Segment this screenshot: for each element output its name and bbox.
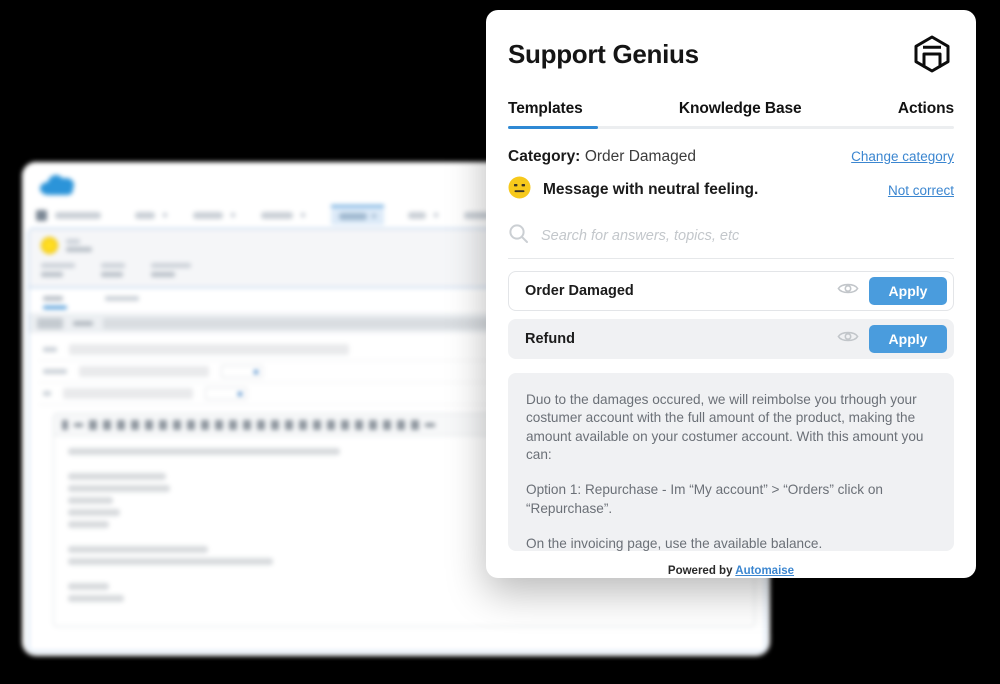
category-value: Order Damaged xyxy=(584,148,696,165)
support-genius-panel: Support Genius Templates Knowledge Base … xyxy=(486,10,976,578)
preview-paragraph-3: On the invoicing page, use the available… xyxy=(526,536,823,552)
category-label: Category: xyxy=(508,148,581,165)
nav-item xyxy=(408,211,426,219)
search-icon xyxy=(508,223,529,249)
panel-title: Support Genius xyxy=(508,38,699,69)
list-item[interactable]: Refund Apply xyxy=(508,319,954,359)
automaise-link[interactable]: Automaise xyxy=(735,565,794,577)
preview-paragraph-1: Duo to the damages occured, we will reim… xyxy=(526,392,924,463)
screenshot-stage: Support Genius Templates Knowledge Base … xyxy=(0,0,1000,684)
not-correct-link[interactable]: Not correct xyxy=(888,183,954,198)
cloud-logo-icon xyxy=(40,174,78,195)
powered-by-label: Powered by xyxy=(667,565,733,577)
tab-knowledge-base[interactable]: Knowledge Base xyxy=(679,100,802,129)
nav-item xyxy=(135,211,155,219)
chevron-down-icon xyxy=(301,213,305,217)
panel-header: Support Genius xyxy=(508,32,954,74)
chevron-down-icon xyxy=(231,213,235,217)
message-preview: Duo to the damages occured, we will reim… xyxy=(508,373,954,551)
app-launcher-icon xyxy=(36,209,47,221)
change-category-link[interactable]: Change category xyxy=(851,149,954,164)
list-item[interactable]: Order Damaged Apply xyxy=(508,271,954,311)
template-list: Order Damaged Apply Refund Apply xyxy=(508,271,954,359)
sentiment-row: Message with neutral feeling. Not correc… xyxy=(508,176,954,204)
tab-underline-active xyxy=(508,126,598,129)
record-field xyxy=(151,263,191,277)
category-text: Category: Order Damaged xyxy=(508,148,696,166)
chevron-down-icon xyxy=(163,213,167,217)
apply-button[interactable]: Apply xyxy=(869,325,947,353)
template-name: Order Damaged xyxy=(525,283,634,299)
search-input[interactable] xyxy=(541,228,954,244)
apply-button[interactable]: Apply xyxy=(869,277,947,305)
search-bar[interactable] xyxy=(508,223,954,259)
record-field xyxy=(101,263,125,277)
chevron-down-icon xyxy=(434,213,438,217)
panel-footer: Powered by Automaise xyxy=(508,565,954,577)
sentiment-text: Message with neutral feeling. xyxy=(543,181,759,198)
eye-icon[interactable] xyxy=(837,281,859,301)
record-field xyxy=(41,263,75,277)
eye-icon[interactable] xyxy=(837,329,859,349)
nav-item-active xyxy=(331,205,384,225)
neutral-face-emoji-icon xyxy=(508,176,531,204)
automaise-hexagon-logo-icon xyxy=(910,34,954,74)
nav-item xyxy=(55,211,101,219)
category-row: Category: Order Damaged Change category xyxy=(508,148,954,166)
nav-item xyxy=(261,211,293,219)
tab-templates[interactable]: Templates xyxy=(508,100,583,129)
tab-actions[interactable]: Actions xyxy=(898,100,954,129)
nav-item xyxy=(193,211,223,219)
yellow-status-dot-icon xyxy=(41,237,58,254)
record-tab-active xyxy=(43,296,67,309)
template-name: Refund xyxy=(525,331,575,347)
panel-tabs: Templates Knowledge Base Actions xyxy=(508,100,954,129)
preview-paragraph-2: Option 1: Repurchase - Im “My account” >… xyxy=(526,482,883,516)
record-tab xyxy=(105,296,139,309)
